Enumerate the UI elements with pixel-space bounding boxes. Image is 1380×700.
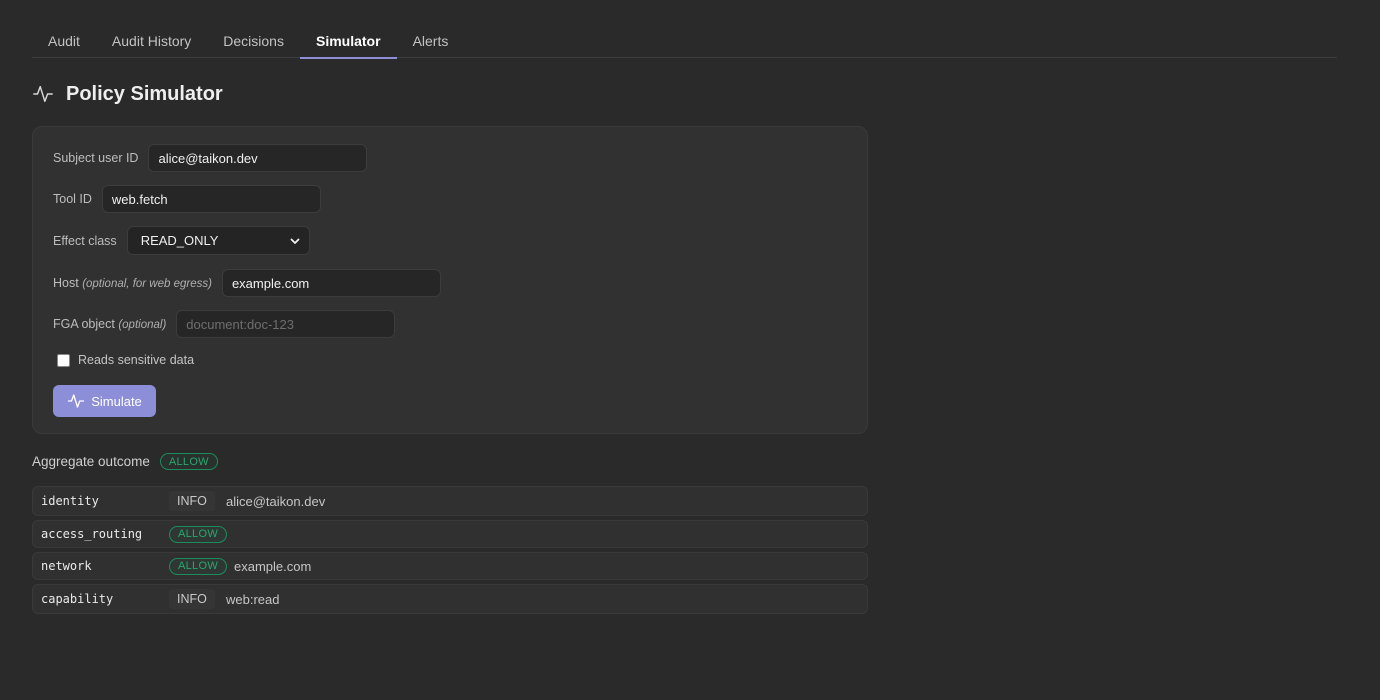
- chevron-down-icon: [290, 238, 300, 244]
- page-title: Policy Simulator: [66, 82, 223, 105]
- tab-audit-history[interactable]: Audit History: [96, 23, 207, 58]
- tool-label: Tool ID: [53, 192, 92, 206]
- result-detail: web:read: [226, 591, 280, 607]
- effect-class-select[interactable]: READ_ONLY: [126, 226, 310, 255]
- aggregate-label: Aggregate outcome: [32, 454, 150, 469]
- result-name: identity: [41, 494, 99, 508]
- host-input[interactable]: [221, 269, 441, 297]
- host-row: Host (optional, for web egress): [53, 269, 441, 297]
- allow-badge: ALLOW: [169, 557, 228, 575]
- result-name: capability: [41, 592, 114, 606]
- info-badge: INFO: [169, 589, 215, 609]
- result-row-capability: capability INFO web:read: [32, 584, 868, 614]
- effect-label: Effect class: [53, 233, 117, 248]
- tool-row: Tool ID: [53, 185, 321, 213]
- result-detail: example.com: [234, 558, 312, 574]
- effect-row: Effect class READ_ONLY: [53, 226, 310, 255]
- result-row-network: network ALLOW example.com: [32, 552, 868, 580]
- tab-simulator[interactable]: Simulator: [299, 23, 397, 59]
- aggregate-outcome: Aggregate outcome ALLOW: [32, 453, 218, 470]
- effect-class-value: READ_ONLY: [140, 233, 219, 248]
- fga-object-input[interactable]: [176, 310, 396, 338]
- sensitive-label: Reads sensitive data: [78, 353, 195, 367]
- simulate-button[interactable]: Simulate: [53, 385, 156, 417]
- activity-icon: [68, 394, 85, 408]
- info-badge: INFO: [169, 491, 215, 511]
- fga-row: FGA object (optional): [53, 310, 396, 338]
- result-name: network: [41, 559, 92, 573]
- tool-id-input[interactable]: [101, 185, 321, 213]
- subject-label: Subject user ID: [53, 151, 139, 165]
- aggregate-badge: ALLOW: [159, 453, 218, 470]
- result-row-identity: identity INFO alice@taikon.dev: [32, 486, 868, 516]
- result-row-access-routing: access_routing ALLOW: [32, 520, 868, 548]
- fga-hint: (optional): [118, 319, 167, 331]
- subject-user-id-input[interactable]: [148, 144, 368, 172]
- sensitive-row: Reads sensitive data: [53, 353, 194, 367]
- activity-icon: [33, 85, 53, 103]
- tab-alerts[interactable]: Alerts: [397, 23, 465, 58]
- page-header: Policy Simulator: [32, 82, 223, 106]
- host-hint: (optional, for web egress): [82, 278, 212, 290]
- simulate-label: Simulate: [91, 393, 142, 409]
- sensitive-checkbox[interactable]: [57, 353, 70, 367]
- allow-badge: ALLOW: [169, 525, 228, 543]
- host-label: Host (optional, for web egress): [53, 276, 212, 290]
- result-detail: alice@taikon.dev: [226, 493, 326, 509]
- tab-bar: Audit Audit History Decisions Simulator …: [32, 23, 1337, 59]
- fga-label: FGA object (optional): [53, 317, 167, 331]
- tab-decisions[interactable]: Decisions: [207, 23, 300, 58]
- subject-row: Subject user ID: [53, 144, 368, 172]
- simulator-form: Subject user ID Tool ID Effect class REA…: [32, 126, 868, 434]
- result-name: access_routing: [41, 527, 143, 541]
- tab-audit[interactable]: Audit: [32, 23, 96, 58]
